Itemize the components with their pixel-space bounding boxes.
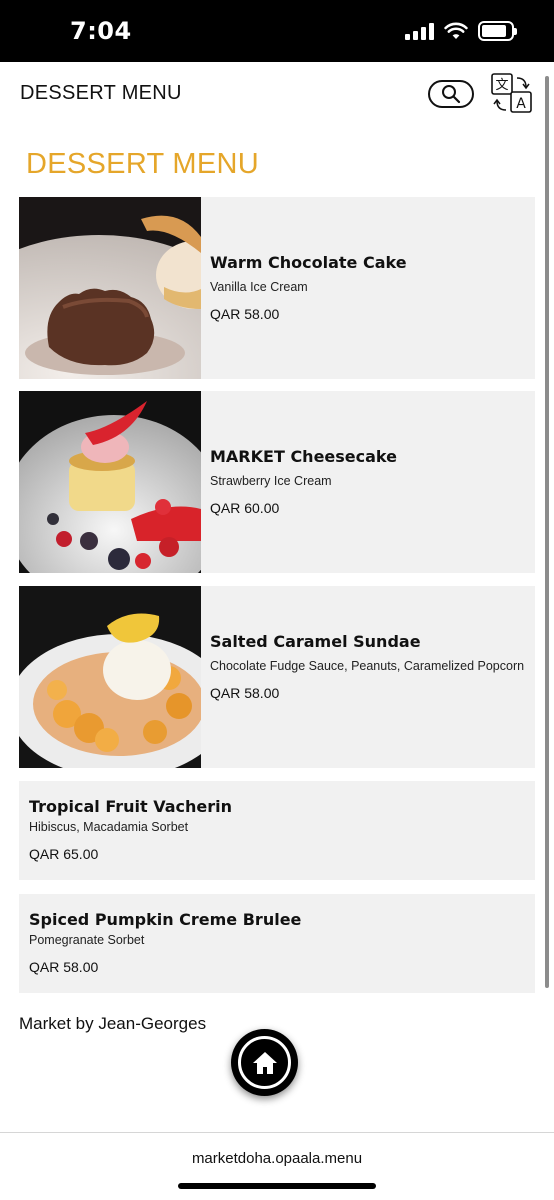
app-header: DESSERT MENU 文 A bbox=[0, 62, 554, 126]
item-name: Spiced Pumpkin Creme Brulee bbox=[29, 910, 302, 929]
browser-url-bar[interactable]: marketdoha.opaala.menu bbox=[0, 1132, 554, 1200]
menu-item-card[interactable]: MARKET Cheesecake Strawberry Ice Cream Q… bbox=[19, 391, 535, 573]
translate-button[interactable]: 文 A bbox=[490, 72, 534, 116]
search-button[interactable] bbox=[428, 80, 474, 108]
item-price: QAR 65.00 bbox=[29, 846, 99, 862]
status-icons bbox=[405, 21, 517, 41]
menu-item-card[interactable]: Tropical Fruit Vacherin Hibiscus, Macada… bbox=[19, 781, 535, 880]
item-name: MARKET Cheesecake bbox=[210, 447, 397, 466]
section-title: DESSERT MENU bbox=[26, 148, 259, 180]
item-description: Vanilla Ice Cream bbox=[210, 280, 308, 294]
status-time: 7:04 bbox=[70, 17, 132, 45]
item-price: QAR 58.00 bbox=[210, 685, 280, 701]
search-icon bbox=[442, 85, 461, 104]
item-description: Pomegranate Sorbet bbox=[29, 933, 145, 947]
sundae-image bbox=[19, 586, 201, 768]
home-button[interactable] bbox=[231, 1029, 298, 1096]
home-icon bbox=[252, 1051, 277, 1074]
signal-icon bbox=[405, 22, 434, 40]
cheesecake-image bbox=[19, 391, 201, 573]
item-price: QAR 58.00 bbox=[29, 959, 99, 975]
item-description: Hibiscus, Macadamia Sorbet bbox=[29, 820, 189, 834]
menu-item-card[interactable]: Spiced Pumpkin Creme Brulee Pomegranate … bbox=[19, 894, 535, 993]
url-text: marketdoha.opaala.menu bbox=[191, 1150, 363, 1167]
wifi-icon bbox=[444, 22, 468, 39]
battery-icon bbox=[478, 21, 517, 41]
svg-text:文: 文 bbox=[495, 78, 508, 93]
svg-text:A: A bbox=[516, 96, 526, 112]
menu-item-card[interactable]: Salted Caramel Sundae Chocolate Fudge Sa… bbox=[19, 586, 535, 768]
item-description: Chocolate Fudge Sauce, Peanuts, Carameli… bbox=[210, 659, 525, 673]
menu-item-card[interactable]: Warm Chocolate Cake Vanilla Ice Cream QA… bbox=[19, 197, 535, 379]
home-indicator[interactable] bbox=[178, 1183, 376, 1189]
item-price: QAR 58.00 bbox=[210, 306, 280, 322]
header-title: DESSERT MENU bbox=[20, 82, 182, 104]
translate-icon: 文 A bbox=[491, 73, 532, 113]
item-price: QAR 60.00 bbox=[210, 500, 280, 516]
status-bar: 7:04 bbox=[0, 0, 554, 62]
item-name: Tropical Fruit Vacherin bbox=[29, 797, 232, 816]
page-scrollbar[interactable] bbox=[545, 76, 549, 988]
footer-brand: Market by Jean-Georges bbox=[19, 1014, 207, 1033]
item-name: Salted Caramel Sundae bbox=[210, 632, 421, 651]
item-name: Warm Chocolate Cake bbox=[210, 253, 407, 272]
chocolate-cake-image bbox=[19, 197, 201, 379]
item-description: Strawberry Ice Cream bbox=[210, 474, 332, 488]
